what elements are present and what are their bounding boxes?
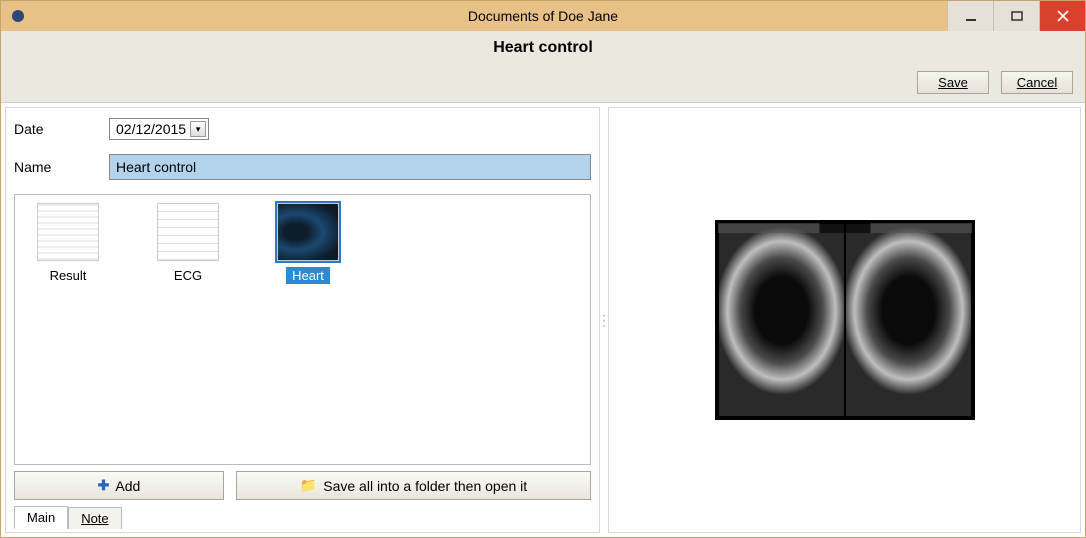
minimize-icon [965, 10, 977, 22]
date-label: Date [14, 121, 109, 137]
date-value: 02/12/2015 [116, 121, 186, 137]
ultrasound-view-right [846, 224, 971, 416]
thumbnail-label: Heart [286, 267, 330, 284]
ultrasound-view-left [719, 224, 844, 416]
add-button-label: Add [115, 478, 140, 494]
app-icon [9, 7, 27, 25]
thumbnail-label: Result [44, 267, 93, 284]
thumbnail-ecg[interactable]: ECG [143, 203, 233, 284]
thumbnail-label: ECG [168, 267, 208, 284]
splitter-handle[interactable] [600, 107, 608, 533]
close-icon [1057, 10, 1069, 22]
save-all-button[interactable]: 📁 Save all into a folder then open it [236, 471, 591, 500]
date-input[interactable]: 02/12/2015 ▾ [109, 118, 209, 140]
cancel-button[interactable]: Cancel [1001, 71, 1073, 94]
folder-icon: 📁 [300, 477, 317, 494]
save-button[interactable]: Save [917, 71, 989, 94]
minimize-button[interactable] [947, 1, 993, 31]
close-button[interactable] [1039, 1, 1085, 31]
page-title: Heart control [13, 33, 1073, 71]
name-label: Name [14, 159, 109, 175]
chevron-down-icon: ▾ [196, 124, 201, 135]
preview-pane [608, 107, 1081, 533]
result-doc-icon [37, 203, 99, 261]
date-dropdown-button[interactable]: ▾ [190, 121, 206, 137]
maximize-button[interactable] [993, 1, 1039, 31]
tab-bar: Main Note [14, 504, 591, 528]
name-input[interactable]: Heart control [109, 154, 591, 180]
ultrasound-preview[interactable] [715, 220, 975, 420]
thumbnail-heart[interactable]: Heart [263, 203, 353, 284]
thumbnail-list[interactable]: Result ECG Heart [14, 194, 591, 465]
add-button[interactable]: ✚ Add [14, 471, 224, 500]
tab-note[interactable]: Note [68, 507, 121, 529]
maximize-icon [1011, 10, 1023, 22]
ultrasound-icon [277, 203, 339, 261]
plus-icon: ✚ [98, 477, 110, 494]
titlebar[interactable]: Documents of Doe Jane [1, 1, 1085, 31]
ecg-grid-icon [157, 203, 219, 261]
window-title: Documents of Doe Jane [1, 8, 1085, 24]
tab-main[interactable]: Main [14, 506, 68, 529]
thumbnail-result[interactable]: Result [23, 203, 113, 284]
save-all-button-label: Save all into a folder then open it [323, 478, 527, 494]
name-value: Heart control [116, 159, 196, 175]
